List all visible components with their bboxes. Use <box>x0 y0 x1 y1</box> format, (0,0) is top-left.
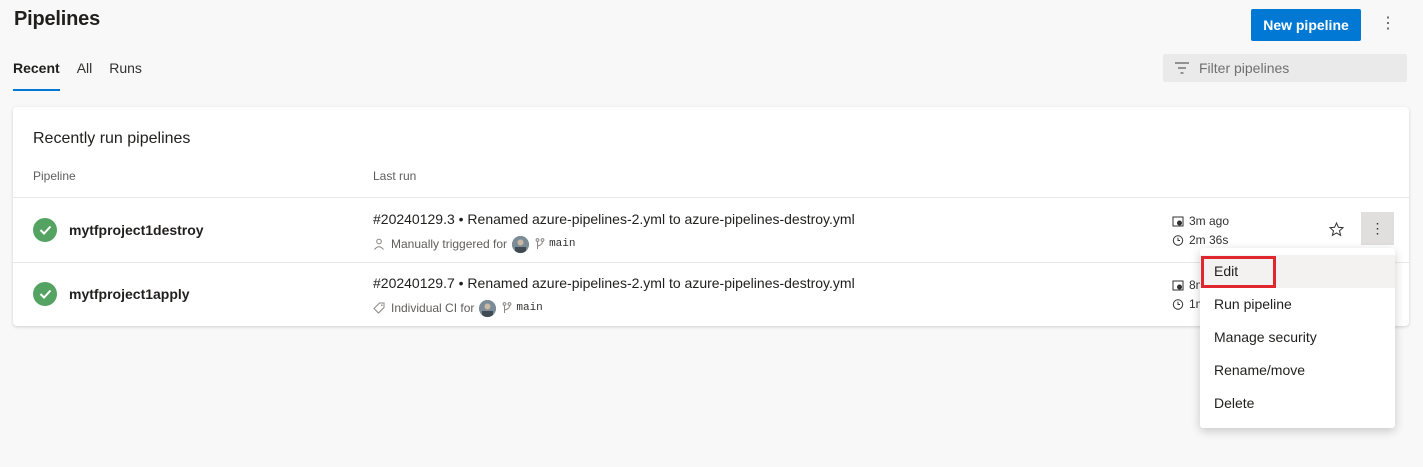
run-time-info: 3m ago 2m 36s <box>1172 211 1229 249</box>
column-header-last-run: Last run <box>373 169 417 183</box>
menu-item-run-pipeline[interactable]: Run pipeline <box>1200 288 1395 321</box>
column-header-pipeline: Pipeline <box>33 169 76 183</box>
tab-bar: Recent All Runs <box>13 60 142 91</box>
menu-item-edit[interactable]: Edit <box>1200 255 1395 288</box>
star-icon[interactable] <box>1326 219 1346 239</box>
time-ago: 3m ago <box>1189 213 1230 228</box>
pipeline-name[interactable]: mytfproject1apply <box>69 286 190 302</box>
tag-icon <box>373 302 385 314</box>
pipeline-name[interactable]: mytfproject1destroy <box>69 222 204 238</box>
branch-icon <box>502 302 512 313</box>
trigger-text: Manually triggered for <box>391 237 508 251</box>
run-title[interactable]: #20240129.7 • Renamed azure-pipelines-2.… <box>373 275 855 291</box>
trigger-text: Individual CI for <box>391 301 475 315</box>
pipeline-context-menu: Edit Run pipeline Manage security Rename… <box>1200 248 1395 428</box>
calendar-icon <box>1172 280 1184 290</box>
avatar <box>512 235 530 253</box>
person-icon <box>374 238 384 250</box>
clock-icon <box>1172 234 1184 246</box>
avatar <box>479 299 497 317</box>
filter-input[interactable]: Filter pipelines <box>1163 54 1407 82</box>
calendar-icon <box>1172 216 1184 226</box>
clock-icon <box>1172 298 1184 310</box>
branch-icon <box>535 238 545 249</box>
tab-runs[interactable]: Runs <box>109 60 142 91</box>
menu-item-delete[interactable]: Delete <box>1200 387 1395 420</box>
row-more-options-button[interactable]: ⋮ <box>1361 212 1394 245</box>
duration: 2m 36s <box>1189 232 1229 247</box>
menu-item-manage-security[interactable]: Manage security <box>1200 321 1395 354</box>
success-status-icon <box>33 218 57 242</box>
run-trigger-info: Individual CI for main <box>373 299 543 317</box>
success-status-icon <box>33 282 57 306</box>
run-trigger-info: Manually triggered for main <box>373 235 575 253</box>
filter-icon <box>1175 62 1189 74</box>
filter-placeholder: Filter pipelines <box>1199 60 1290 76</box>
more-options-icon[interactable]: ⋮ <box>1377 12 1399 36</box>
run-title[interactable]: #20240129.3 • Renamed azure-pipelines-2.… <box>373 211 855 227</box>
card-title: Recently run pipelines <box>33 130 191 147</box>
page-title: Pipelines <box>14 8 101 30</box>
new-pipeline-button[interactable]: New pipeline <box>1251 9 1361 41</box>
tab-all[interactable]: All <box>77 60 93 91</box>
tab-recent[interactable]: Recent <box>13 60 60 91</box>
menu-item-rename-move[interactable]: Rename/move <box>1200 354 1395 387</box>
branch-name: main <box>516 302 543 314</box>
branch-name: main <box>549 238 576 250</box>
